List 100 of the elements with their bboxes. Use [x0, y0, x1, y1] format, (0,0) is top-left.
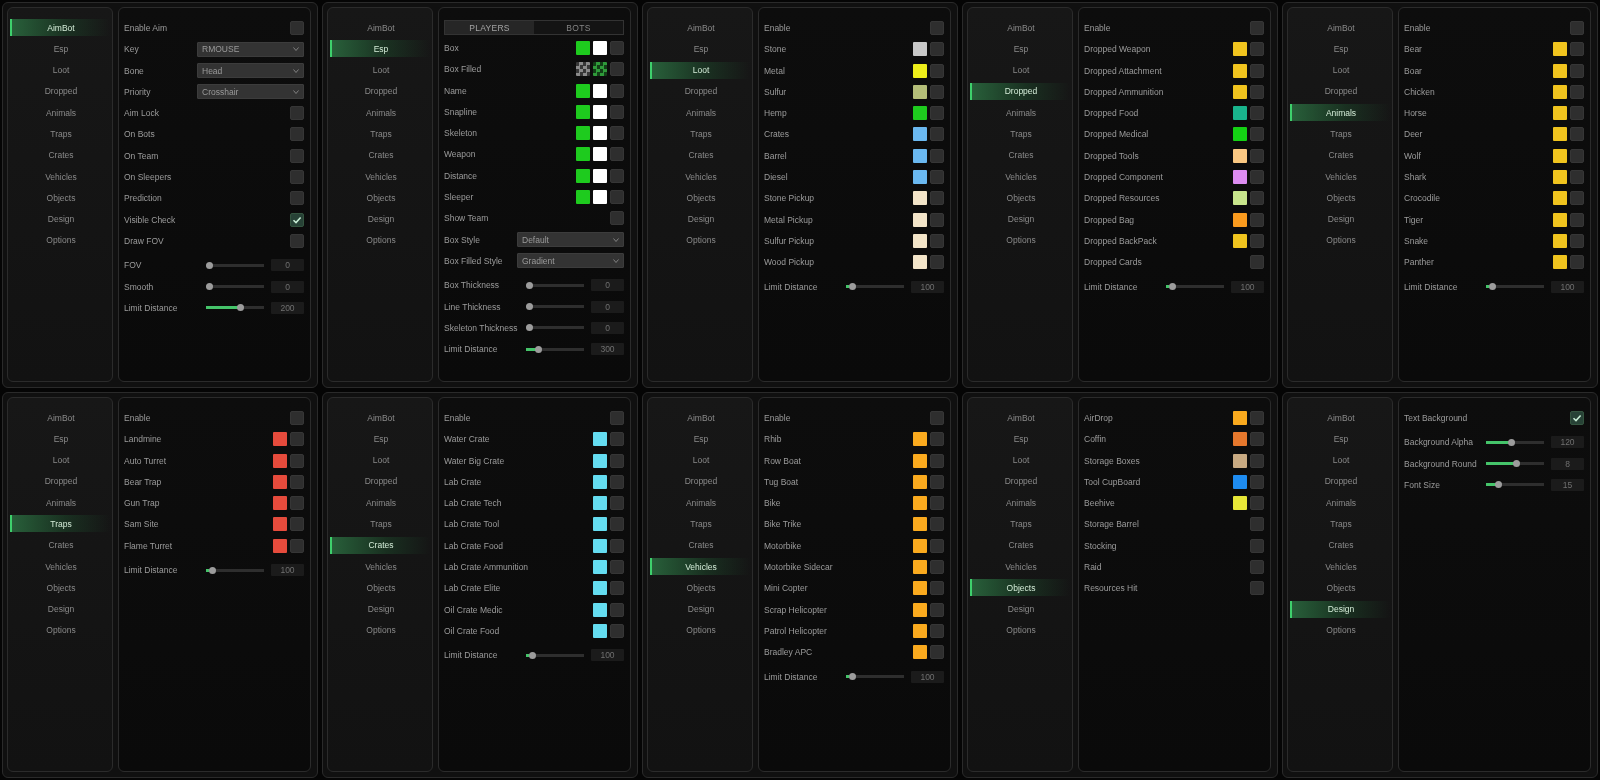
color-swatch-icon[interactable] — [913, 453, 927, 468]
checkbox[interactable] — [610, 623, 624, 638]
checkbox[interactable] — [1570, 84, 1584, 99]
sidebar-item[interactable]: Design — [1290, 210, 1390, 228]
sidebar-item[interactable]: Loot — [10, 61, 110, 79]
checkbox[interactable] — [930, 106, 944, 121]
checkbox[interactable] — [610, 517, 624, 532]
color-swatch-icon[interactable] — [913, 84, 927, 99]
sidebar-item[interactable]: Objects — [650, 579, 750, 597]
sidebar-item[interactable]: Animals — [330, 494, 430, 512]
slider-track[interactable] — [206, 283, 264, 290]
sidebar-item[interactable]: Dropped — [10, 82, 110, 100]
color-swatch-icon[interactable] — [913, 645, 927, 660]
checkbox[interactable] — [930, 623, 944, 638]
sidebar-item[interactable]: Objects — [10, 189, 110, 207]
sidebar-item[interactable]: Options — [1290, 621, 1390, 639]
color-swatch-icon[interactable] — [1233, 432, 1247, 447]
sidebar-item[interactable]: Esp — [970, 430, 1070, 448]
slider-thumb[interactable] — [526, 303, 533, 310]
checkbox[interactable] — [1250, 212, 1264, 227]
sidebar-item[interactable]: Dropped — [1290, 472, 1390, 490]
sidebar-item[interactable]: Objects — [330, 189, 430, 207]
slider-track[interactable] — [526, 303, 584, 310]
sidebar-item[interactable]: Esp — [650, 40, 750, 58]
dropdown[interactable]: Crosshair — [197, 84, 304, 100]
color-swatch-icon[interactable] — [593, 190, 607, 204]
checkbox[interactable] — [1570, 106, 1584, 121]
sidebar-item[interactable]: AimBot — [1290, 19, 1390, 36]
checkbox[interactable] — [930, 20, 944, 35]
color-swatch-icon[interactable] — [913, 517, 927, 532]
slider-thumb[interactable] — [208, 566, 216, 574]
checkbox[interactable] — [930, 127, 944, 142]
checkbox[interactable] — [930, 581, 944, 596]
checkbox[interactable] — [610, 62, 624, 77]
color-swatch-icon[interactable] — [1233, 410, 1247, 425]
checkbox[interactable] — [1250, 191, 1264, 206]
sidebar-item[interactable]: Esp — [970, 40, 1070, 58]
color-swatch-icon[interactable] — [593, 126, 607, 141]
checkbox[interactable] — [1250, 84, 1264, 99]
checkbox[interactable] — [1570, 127, 1584, 142]
checkbox[interactable] — [1250, 432, 1264, 447]
checkbox[interactable] — [1250, 410, 1264, 425]
sidebar-item[interactable]: AimBot — [650, 19, 750, 36]
color-swatch-icon[interactable] — [593, 40, 607, 55]
color-swatch-icon[interactable] — [576, 168, 590, 183]
checkbox[interactable] — [930, 63, 944, 78]
sidebar-item[interactable]: Objects — [330, 579, 430, 597]
checkbox[interactable] — [610, 602, 624, 617]
checkbox[interactable] — [1570, 255, 1584, 270]
sidebar-item[interactable]: Animals — [970, 104, 1070, 122]
sidebar-item[interactable]: Esp — [1290, 430, 1390, 448]
tab[interactable]: PLAYERS — [445, 21, 534, 35]
color-swatch-icon[interactable] — [273, 453, 287, 468]
checkbox[interactable] — [290, 410, 304, 425]
sidebar-item[interactable]: Animals — [1290, 494, 1390, 512]
sidebar-item[interactable]: Options — [330, 621, 430, 639]
checkbox[interactable] — [930, 148, 944, 163]
slider-track[interactable] — [846, 673, 904, 680]
checkbox[interactable] — [610, 104, 624, 119]
sidebar-item[interactable]: AimBot — [970, 409, 1070, 426]
sidebar-item[interactable]: Options — [10, 621, 110, 639]
checkbox[interactable] — [290, 148, 304, 163]
checkbox[interactable] — [610, 474, 624, 489]
sidebar-item[interactable]: Loot — [1290, 451, 1390, 469]
checkbox[interactable] — [1250, 255, 1264, 270]
sidebar-item[interactable]: Traps — [650, 515, 750, 533]
sidebar-item[interactable]: Design — [10, 210, 110, 228]
checkbox[interactable] — [1250, 560, 1264, 574]
sidebar-item[interactable]: Dropped — [330, 472, 430, 490]
checkbox[interactable] — [290, 432, 304, 447]
sidebar-item[interactable]: Objects — [970, 189, 1070, 207]
sidebar-item[interactable]: Traps — [970, 515, 1070, 533]
sidebar-item[interactable]: Traps — [970, 125, 1070, 143]
checkbox[interactable] — [1570, 410, 1584, 425]
color-swatch-icon[interactable] — [1233, 191, 1247, 206]
checkbox[interactable] — [930, 410, 944, 425]
sidebar-item[interactable]: Design — [10, 600, 110, 618]
color-swatch-icon[interactable] — [576, 104, 590, 119]
checkbox[interactable] — [610, 560, 624, 574]
sidebar-item[interactable]: Vehicles — [1290, 168, 1390, 186]
color-swatch-icon[interactable] — [593, 517, 607, 532]
sidebar-item[interactable]: Options — [970, 231, 1070, 249]
color-swatch-icon[interactable] — [1233, 453, 1247, 468]
color-swatch-icon[interactable] — [1233, 148, 1247, 163]
color-swatch-icon[interactable] — [273, 538, 287, 553]
checkbox[interactable] — [290, 191, 304, 206]
checkbox[interactable] — [610, 432, 624, 447]
color-swatch-icon[interactable] — [593, 83, 607, 98]
sidebar-item[interactable]: Animals — [970, 494, 1070, 512]
checkbox[interactable] — [930, 517, 944, 532]
sidebar-item[interactable]: Loot — [10, 451, 110, 469]
color-swatch-icon[interactable] — [576, 126, 590, 141]
sidebar-item[interactable]: Dropped — [650, 82, 750, 100]
checkbox[interactable] — [1250, 581, 1264, 596]
checkbox[interactable] — [290, 474, 304, 489]
color-swatch-icon[interactable] — [593, 623, 607, 638]
color-swatch-icon[interactable] — [1553, 63, 1567, 78]
sidebar-item[interactable]: Vehicles — [970, 558, 1070, 576]
color-swatch-icon[interactable] — [1553, 148, 1567, 163]
sidebar-item[interactable]: Animals — [330, 104, 430, 122]
